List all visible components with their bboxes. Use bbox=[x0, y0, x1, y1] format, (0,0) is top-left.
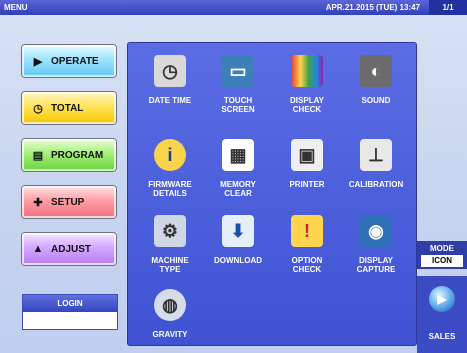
tile-gravity[interactable]: ◍ GRAVITY bbox=[134, 283, 206, 353]
printer-icon: ▣ bbox=[291, 139, 323, 171]
globe-icon: ◍ bbox=[154, 289, 186, 321]
tile-download-label: DOWNLOAD bbox=[214, 256, 262, 265]
mode-value: ICON bbox=[421, 255, 463, 267]
top-bar: MENU APR.21.2015 (TUE) 13:47 1/1 bbox=[0, 0, 467, 15]
clock-icon: ◷ bbox=[33, 102, 43, 115]
tile-firmware-details-line2: DETAILS bbox=[153, 189, 187, 198]
sales-label: SALES bbox=[428, 332, 456, 341]
tile-firmware-details-label: FIRMWARE DETAILS bbox=[134, 180, 206, 198]
program-button[interactable]: ▤ PROGRAM bbox=[22, 139, 116, 171]
program-label: PROGRAM bbox=[51, 149, 104, 161]
tile-firmware-details[interactable]: i FIRMWARE DETAILS bbox=[134, 133, 206, 203]
play-circle-icon: ▶ bbox=[33, 55, 43, 68]
download-icon: ⬇ bbox=[222, 215, 254, 247]
touch-screen-icon: ▭ bbox=[222, 55, 254, 87]
tile-calibration-label: CALIBRATION bbox=[348, 180, 404, 189]
tile-machine-type-label: MACHINE TYPE bbox=[134, 256, 206, 274]
camera-icon: ◉ bbox=[360, 215, 392, 247]
login-label: LOGIN bbox=[23, 295, 117, 312]
tile-machine-type[interactable]: ⚙ MACHINE TYPE bbox=[134, 209, 206, 279]
mode-label: MODE bbox=[430, 244, 454, 253]
triangle-adjust-icon: ▲ bbox=[32, 243, 44, 255]
tile-touch-screen-line2: SCREEN bbox=[221, 105, 255, 114]
tile-option-check-line1: OPTION bbox=[291, 256, 323, 265]
tile-option-check-line2: CHECK bbox=[292, 265, 322, 274]
tile-display-check-label: DISPLAY CHECK bbox=[271, 96, 343, 114]
calibration-icon: ⊥ bbox=[360, 139, 392, 171]
tile-calibration[interactable]: ⊥ CALIBRATION bbox=[340, 133, 412, 203]
tile-display-check-line2: CHECK bbox=[292, 105, 322, 114]
option-check-icon: ! bbox=[291, 215, 323, 247]
tile-firmware-details-line1: FIRMWARE bbox=[148, 180, 192, 189]
tile-memory-clear[interactable]: ▦ MEMORY CLEAR bbox=[202, 133, 274, 203]
info-icon: i bbox=[154, 139, 186, 171]
tile-display-capture-label: DISPLAY CAPTURE bbox=[340, 256, 412, 274]
tile-date-time[interactable]: ◷ DATE TIME bbox=[134, 49, 206, 119]
calendar-clock-icon: ◷ bbox=[154, 55, 186, 87]
tile-date-time-label: DATE TIME bbox=[148, 96, 192, 105]
memory-clear-icon: ▦ bbox=[222, 139, 254, 171]
gears-icon: ⚙ bbox=[154, 215, 186, 247]
tile-display-capture[interactable]: ◉ DISPLAY CAPTURE bbox=[340, 209, 412, 279]
mode-indicator[interactable]: MODE ICON bbox=[417, 241, 467, 269]
display-check-icon bbox=[291, 55, 323, 87]
tile-memory-clear-line1: MEMORY bbox=[220, 180, 256, 189]
tile-touch-screen[interactable]: ▭ TOUCH SCREEN bbox=[202, 49, 274, 119]
sales-button[interactable]: ▶ SALES bbox=[417, 276, 467, 353]
adjust-label: ADJUST bbox=[51, 243, 92, 255]
adjust-button[interactable]: ▲ ADJUST bbox=[22, 233, 116, 265]
tile-printer[interactable]: ▣ PRINTER bbox=[271, 133, 343, 203]
tile-gravity-label: GRAVITY bbox=[152, 330, 188, 339]
tile-sound[interactable]: ◐ SOUND bbox=[340, 49, 412, 119]
screen-title: MENU bbox=[4, 3, 28, 12]
tile-display-capture-line1: DISPLAY bbox=[359, 256, 393, 265]
login-box[interactable]: LOGIN bbox=[22, 294, 118, 330]
tile-sound-label: SOUND bbox=[361, 96, 391, 105]
total-button[interactable]: ◷ TOTAL bbox=[22, 92, 116, 124]
tile-option-check[interactable]: ! OPTION CHECK bbox=[271, 209, 343, 279]
wrench-icon: ✚ bbox=[33, 196, 43, 209]
tile-machine-type-line2: TYPE bbox=[159, 265, 181, 274]
left-menu: ▶ OPERATE ◷ TOTAL ▤ PROGRAM ✚ SETUP ▲ AD… bbox=[0, 15, 126, 353]
page-indicator: 1/1 bbox=[429, 0, 467, 15]
tile-display-capture-line2: CAPTURE bbox=[356, 265, 396, 274]
tile-memory-clear-line2: CLEAR bbox=[224, 189, 252, 198]
play-circle-icon: ▶ bbox=[429, 286, 455, 312]
tile-display-check[interactable]: DISPLAY CHECK bbox=[271, 49, 343, 119]
setup-button[interactable]: ✚ SETUP bbox=[22, 186, 116, 218]
tile-touch-screen-line1: TOUCH bbox=[223, 96, 253, 105]
icon-menu-panel: ◷ DATE TIME ▭ TOUCH SCREEN DISPLAY CHECK… bbox=[127, 42, 417, 346]
book-icon: ▤ bbox=[32, 149, 44, 162]
tile-memory-clear-label: MEMORY CLEAR bbox=[202, 180, 274, 198]
tile-touch-screen-label: TOUCH SCREEN bbox=[202, 96, 274, 114]
tile-printer-label: PRINTER bbox=[289, 180, 325, 189]
tile-option-check-label: OPTION CHECK bbox=[271, 256, 343, 274]
operate-label: OPERATE bbox=[51, 55, 99, 67]
setup-label: SETUP bbox=[51, 196, 85, 208]
tile-machine-type-line1: MACHINE bbox=[151, 256, 189, 265]
tile-display-check-line1: DISPLAY bbox=[290, 96, 324, 105]
operate-button[interactable]: ▶ OPERATE bbox=[22, 45, 116, 77]
tile-download[interactable]: ⬇ DOWNLOAD bbox=[202, 209, 274, 279]
datetime-display: APR.21.2015 (TUE) 13:47 bbox=[325, 3, 420, 12]
total-label: TOTAL bbox=[51, 102, 84, 114]
speaker-icon: ◐ bbox=[360, 55, 392, 87]
menu-screen: MENU APR.21.2015 (TUE) 13:47 1/1 ▶ OPERA… bbox=[0, 0, 467, 353]
